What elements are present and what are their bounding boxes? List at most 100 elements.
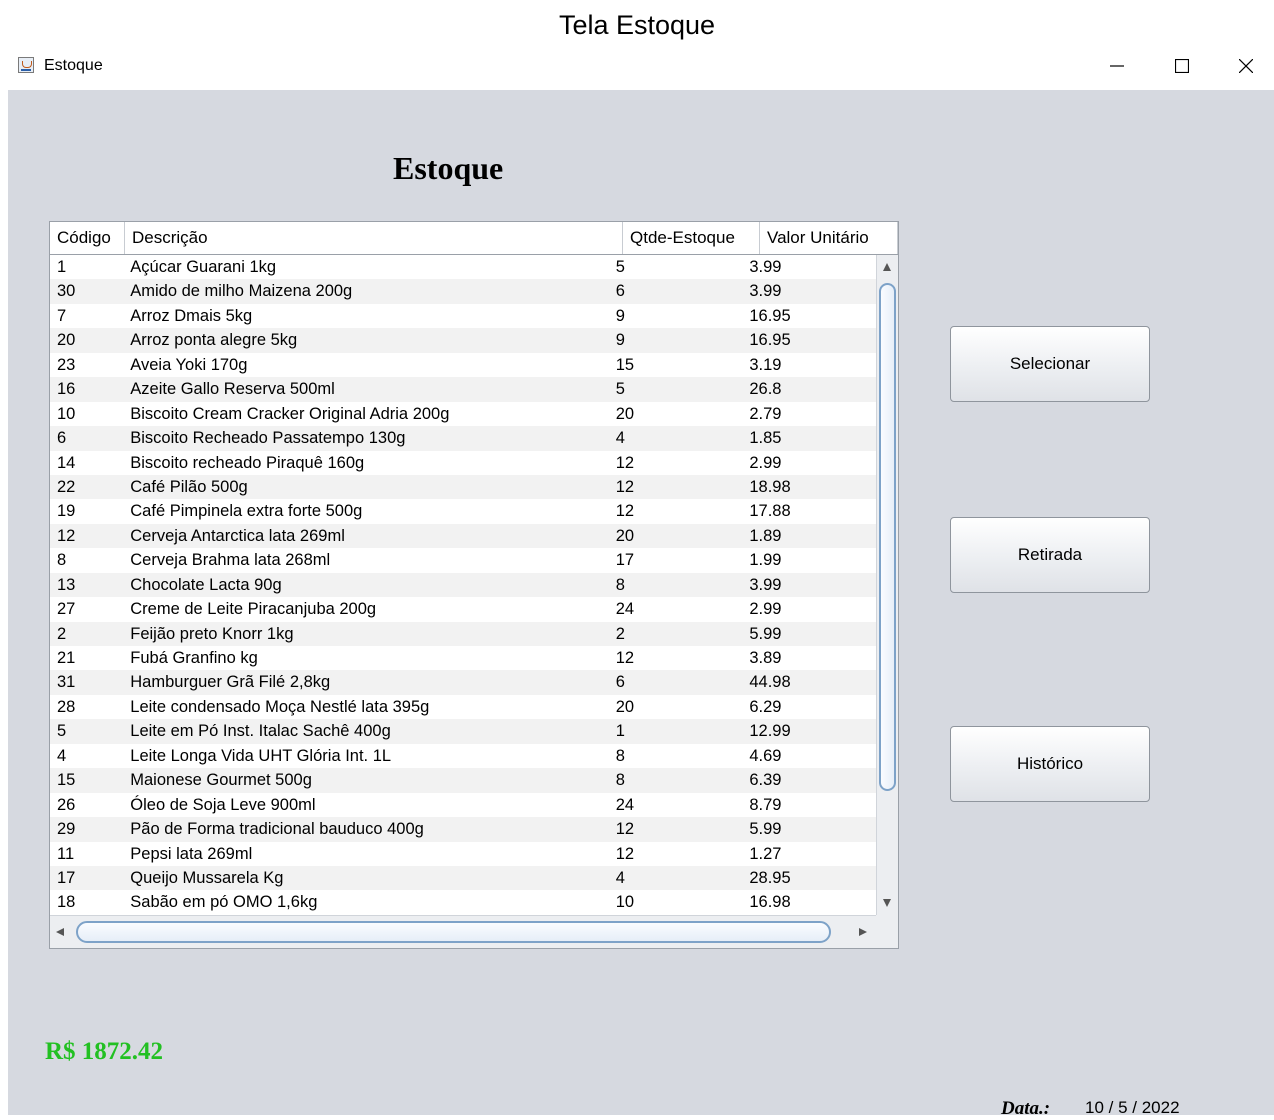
cell-description: Pepsi lata 269ml: [123, 842, 608, 866]
cell-unit-price: 26.8: [742, 377, 877, 401]
cell-unit-price: 16.95: [742, 328, 877, 352]
table-row[interactable]: 23Aveia Yoki 170g153.19: [50, 353, 877, 377]
stock-total-value: R$ 1872.42: [45, 1038, 163, 1066]
table-row[interactable]: 19Café Pimpinela extra forte 500g1217.88: [50, 499, 877, 523]
cell-description: Biscoito Cream Cracker Original Adria 20…: [123, 402, 608, 426]
close-button[interactable]: [1218, 50, 1274, 82]
scroll-right-icon[interactable]: [859, 928, 867, 936]
cell-description: Pão de Forma tradicional bauduco 400g: [123, 817, 608, 841]
cell-description: Creme de Leite Piracanjuba 200g: [123, 597, 608, 621]
table-row[interactable]: 16Azeite Gallo Reserva 500ml526.8: [50, 377, 877, 401]
cell-description: Azeite Gallo Reserva 500ml: [123, 377, 608, 401]
cell-unit-price: 5.99: [742, 817, 877, 841]
cell-description: Hamburguer Grã Filé 2,8kg: [123, 670, 608, 694]
cell-quantity: 12: [609, 451, 743, 475]
table-row[interactable]: 2Feijão preto Knorr 1kg25.99: [50, 622, 877, 646]
window-title: Estoque: [44, 57, 103, 75]
table-row[interactable]: 1Açúcar Guarani 1kg53.99: [50, 255, 877, 279]
cell-code: 5: [50, 719, 123, 743]
date-value: 10 / 5 / 2022: [1085, 1098, 1180, 1118]
cell-unit-price: 6.39: [742, 768, 877, 792]
table-row[interactable]: 14Biscoito recheado Piraquê 160g122.99: [50, 451, 877, 475]
cell-unit-price: 1.89: [742, 524, 877, 548]
cell-code: 2: [50, 622, 123, 646]
cell-quantity: 9: [609, 328, 743, 352]
java-cup-icon: [18, 57, 34, 73]
table-row[interactable]: 30Amido de milho Maizena 200g63.99: [50, 279, 877, 303]
cell-quantity: 15: [609, 353, 743, 377]
table-row[interactable]: 8Cerveja Brahma lata 268ml171.99: [50, 548, 877, 572]
minimize-icon: [1110, 59, 1124, 73]
scroll-up-icon[interactable]: [883, 263, 891, 271]
minimize-button[interactable]: [1089, 50, 1145, 82]
cell-quantity: 6: [609, 670, 743, 694]
table-row[interactable]: 15Maionese Gourmet 500g86.39: [50, 768, 877, 792]
stock-table[interactable]: Código Descrição Qtde-Estoque Valor Unit…: [49, 221, 899, 949]
cell-description: Chocolate Lacta 90g: [123, 573, 608, 597]
table-row[interactable]: 17Queijo Mussarela Kg428.95: [50, 866, 877, 890]
scroll-left-icon[interactable]: [56, 928, 64, 936]
table-row[interactable]: 20Arroz ponta alegre 5kg916.95: [50, 328, 877, 352]
maximize-button[interactable]: [1154, 50, 1210, 82]
cell-unit-price: 3.99: [742, 573, 877, 597]
cell-description: Biscoito Recheado Passatempo 130g: [123, 426, 608, 450]
cell-code: 28: [50, 695, 123, 719]
table-row[interactable]: 28Leite condensado Moça Nestlé lata 395g…: [50, 695, 877, 719]
cell-quantity: 12: [609, 817, 743, 841]
cell-quantity: 5: [609, 377, 743, 401]
table-row[interactable]: 7Arroz Dmais 5kg916.95: [50, 304, 877, 328]
table-row[interactable]: 6Biscoito Recheado Passatempo 130g41.85: [50, 426, 877, 450]
withdraw-button[interactable]: Retirada: [950, 517, 1150, 593]
table-row[interactable]: 26Óleo de Soja Leve 900ml248.79: [50, 793, 877, 817]
cell-unit-price: 1.27: [742, 842, 877, 866]
column-header-code[interactable]: Código: [50, 222, 125, 254]
horizontal-scrollbar[interactable]: [50, 915, 877, 949]
cell-description: Leite Longa Vida UHT Glória Int. 1L: [123, 744, 608, 768]
table-row[interactable]: 22Café Pilão 500g1218.98: [50, 475, 877, 499]
cell-code: 20: [50, 328, 123, 352]
table-row[interactable]: 21Fubá Granfino kg123.89: [50, 646, 877, 670]
screenshot-caption: Tela Estoque: [0, 10, 1274, 41]
cell-code: 10: [50, 402, 123, 426]
cell-quantity: 1: [609, 719, 743, 743]
cell-unit-price: 44.98: [742, 670, 877, 694]
window-titlebar[interactable]: Estoque: [8, 50, 1274, 90]
column-header-unit-price[interactable]: Valor Unitário: [760, 222, 898, 254]
history-button[interactable]: Histórico: [950, 726, 1150, 802]
table-row[interactable]: 13Chocolate Lacta 90g83.99: [50, 573, 877, 597]
cell-quantity: 8: [609, 573, 743, 597]
horizontal-scroll-thumb[interactable]: [76, 921, 831, 943]
table-row[interactable]: 29Pão de Forma tradicional bauduco 400g1…: [50, 817, 877, 841]
cell-code: 18: [50, 890, 123, 914]
cell-code: 23: [50, 353, 123, 377]
cell-unit-price: 28.95: [742, 866, 877, 890]
cell-code: 7: [50, 304, 123, 328]
table-row[interactable]: 31Hamburguer Grã Filé 2,8kg644.98: [50, 670, 877, 694]
cell-quantity: 8: [609, 744, 743, 768]
scroll-down-icon[interactable]: [883, 899, 891, 907]
cell-unit-price: 4.69: [742, 744, 877, 768]
table-row[interactable]: 10Biscoito Cream Cracker Original Adria …: [50, 402, 877, 426]
cell-unit-price: 16.95: [742, 304, 877, 328]
table-row[interactable]: 5Leite em Pó Inst. Italac Sachê 400g112.…: [50, 719, 877, 743]
table-row[interactable]: 12Cerveja Antarctica lata 269ml201.89: [50, 524, 877, 548]
cell-code: 31: [50, 670, 123, 694]
table-row[interactable]: 11Pepsi lata 269ml121.27: [50, 842, 877, 866]
table-row[interactable]: 27Creme de Leite Piracanjuba 200g242.99: [50, 597, 877, 621]
maximize-icon: [1175, 59, 1189, 73]
column-header-description[interactable]: Descrição: [125, 222, 623, 254]
cell-description: Leite em Pó Inst. Italac Sachê 400g: [123, 719, 608, 743]
cell-unit-price: 2.99: [742, 451, 877, 475]
cell-description: Sabão em pó OMO 1,6kg: [123, 890, 608, 914]
table-header: Código Descrição Qtde-Estoque Valor Unit…: [50, 222, 898, 255]
select-button[interactable]: Selecionar: [950, 326, 1150, 402]
cell-unit-price: 17.88: [742, 499, 877, 523]
vertical-scrollbar[interactable]: [876, 255, 899, 915]
table-row[interactable]: 18Sabão em pó OMO 1,6kg1016.98: [50, 890, 877, 914]
cell-code: 4: [50, 744, 123, 768]
cell-quantity: 12: [609, 646, 743, 670]
vertical-scroll-thumb[interactable]: [879, 283, 896, 791]
column-header-quantity[interactable]: Qtde-Estoque: [623, 222, 760, 254]
table-row[interactable]: 4Leite Longa Vida UHT Glória Int. 1L84.6…: [50, 744, 877, 768]
cell-description: Arroz ponta alegre 5kg: [123, 328, 608, 352]
